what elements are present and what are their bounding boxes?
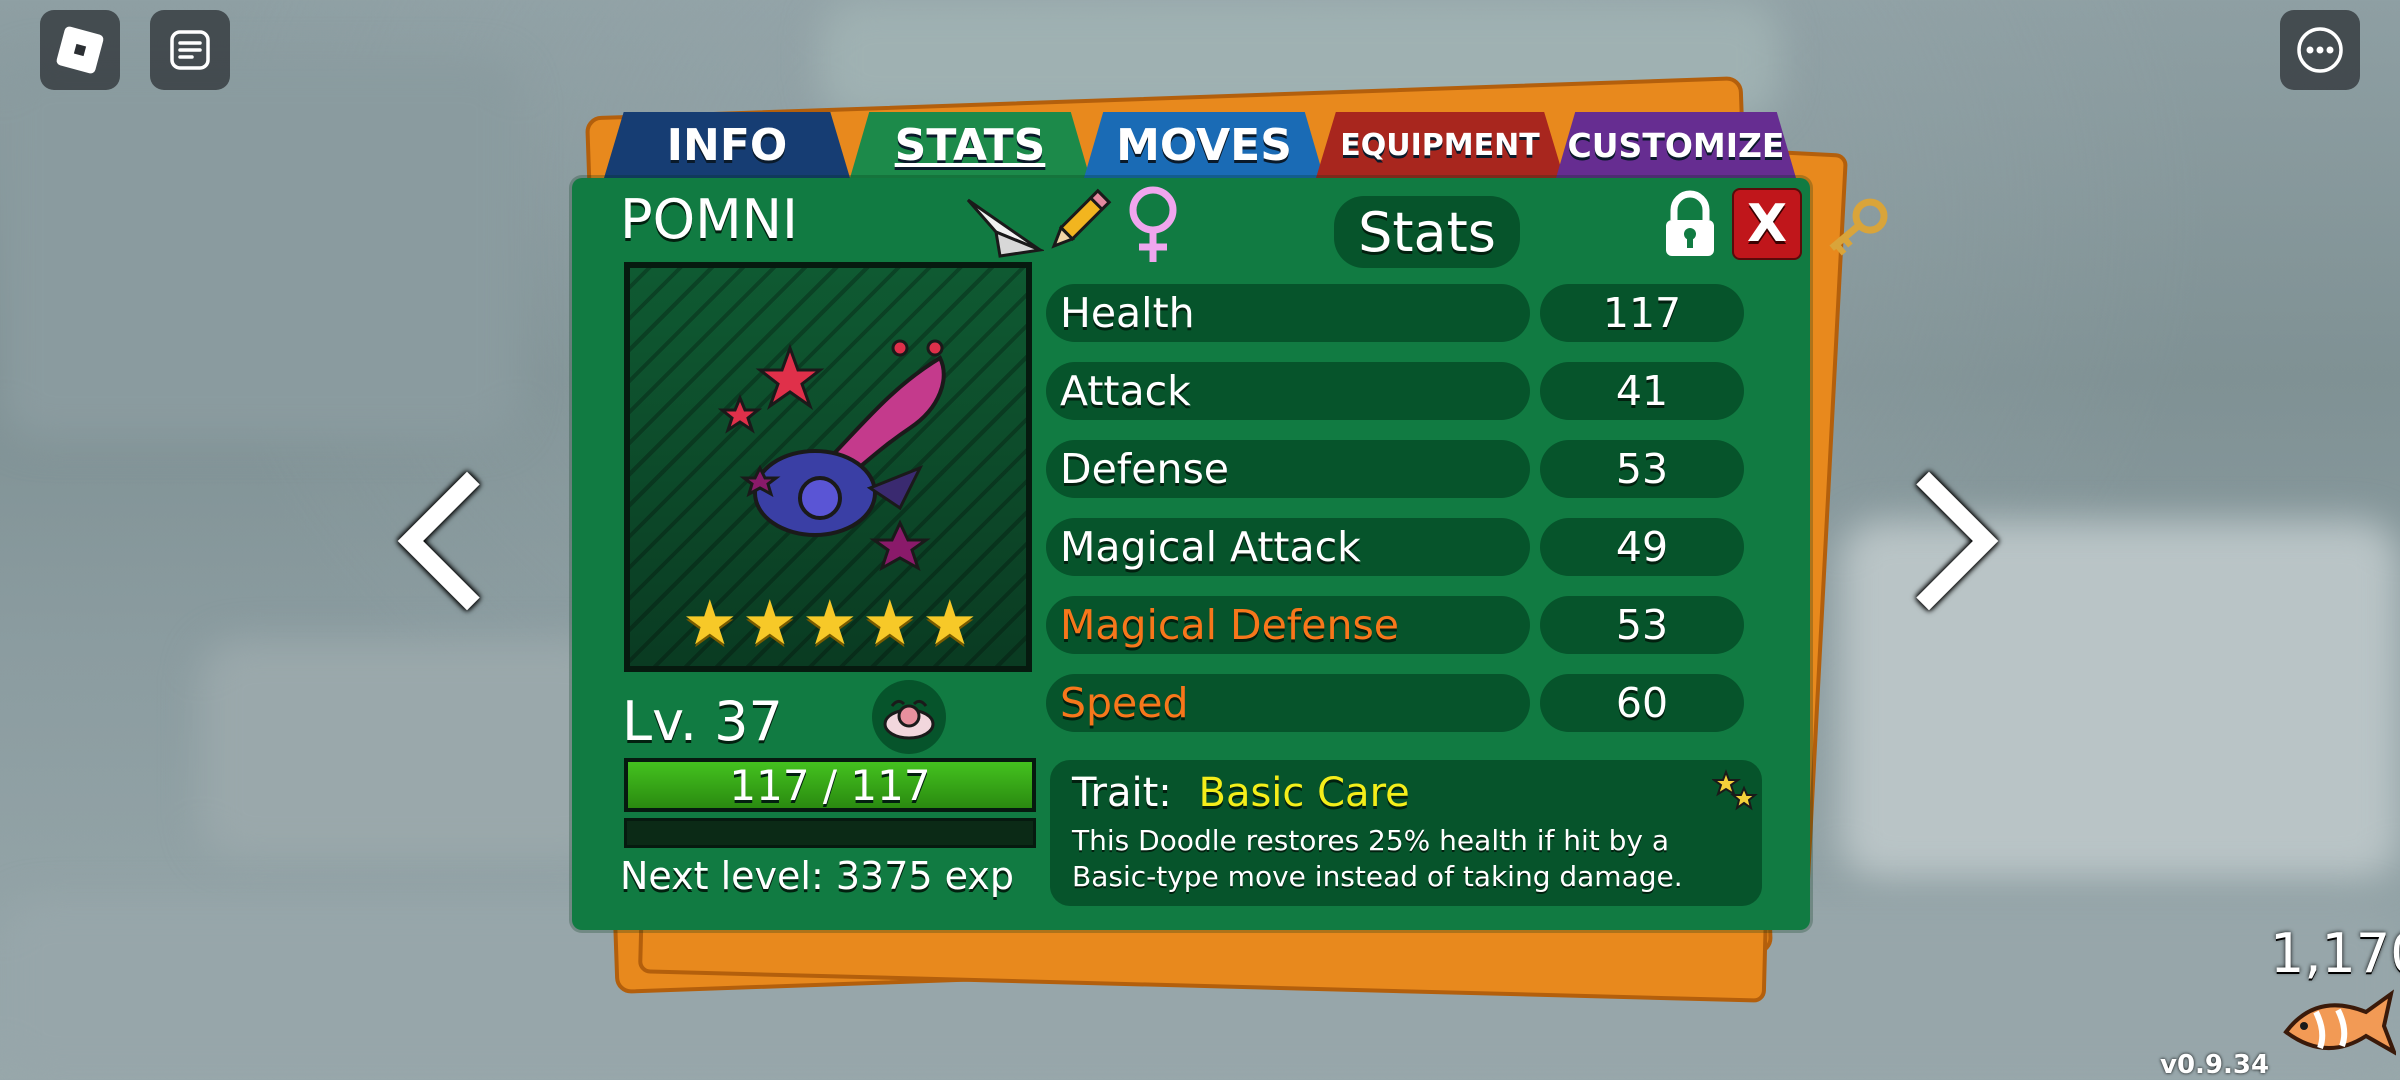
roblox-logo-icon bbox=[56, 26, 104, 74]
rarity-star-icon: ★ bbox=[742, 586, 798, 659]
tab-info[interactable]: INFO bbox=[604, 112, 850, 178]
section-title-label: Stats bbox=[1358, 200, 1496, 264]
stat-label-attack: Attack bbox=[1046, 362, 1530, 420]
stat-value-attack: 41 bbox=[1540, 362, 1744, 420]
rarity-star-icon: ★ bbox=[682, 586, 738, 659]
basic-type-icon bbox=[883, 699, 935, 740]
tab-info-label: INFO bbox=[666, 119, 788, 171]
hp-bar: 117 / 117 bbox=[624, 758, 1036, 812]
fish-currency-icon bbox=[2283, 989, 2396, 1056]
chat-button[interactable] bbox=[150, 10, 230, 90]
next-level-text: Next level: 3375 exp bbox=[620, 854, 1014, 898]
stat-label-speed: Speed bbox=[1046, 674, 1530, 732]
exp-bar bbox=[624, 818, 1036, 848]
doodle-portrait: ★ ★ ★ ★ ★ bbox=[624, 262, 1032, 672]
paper-plane-icon[interactable] bbox=[964, 190, 1044, 260]
trait-name: Basic Care bbox=[1198, 770, 1410, 816]
rarity-stars: ★ ★ ★ ★ ★ bbox=[682, 586, 982, 659]
tab-customize-label: CUSTOMIZE bbox=[1567, 125, 1785, 165]
doodle-type-badge[interactable] bbox=[872, 680, 946, 754]
stat-label-defense: Defense bbox=[1046, 440, 1530, 498]
tab-stats[interactable]: STATS bbox=[850, 112, 1090, 178]
tab-moves[interactable]: MOVES bbox=[1084, 112, 1324, 178]
trait-description-line2: Basic-type move instead of taking damage… bbox=[1072, 860, 1683, 893]
version-label: v0.9.34 bbox=[2160, 1050, 2270, 1080]
tab-customize[interactable]: CUSTOMIZE bbox=[1556, 112, 1796, 178]
stat-value-magical-defense: 53 bbox=[1540, 596, 1744, 654]
level-label: Lv. 37 bbox=[622, 690, 783, 753]
roblox-menu-button[interactable] bbox=[40, 10, 120, 90]
tab-moves-label: MOVES bbox=[1116, 119, 1292, 171]
pencil-icon[interactable] bbox=[1040, 184, 1116, 260]
background-shape bbox=[200, 640, 620, 860]
stat-label-health: Health bbox=[1046, 284, 1530, 342]
rarity-star-icon: ★ bbox=[922, 586, 978, 659]
key-icon[interactable] bbox=[1816, 186, 1898, 268]
more-options-button[interactable] bbox=[2280, 10, 2360, 90]
rarity-star-icon: ★ bbox=[802, 586, 858, 659]
hp-text: 117 / 117 bbox=[729, 760, 931, 810]
section-title: Stats bbox=[1334, 196, 1520, 268]
stat-label-magical-defense: Magical Defense bbox=[1046, 596, 1530, 654]
female-symbol-icon bbox=[1129, 186, 1177, 262]
close-label: X bbox=[1746, 194, 1788, 254]
sparkle-stars-icon bbox=[1712, 769, 1758, 811]
tab-equipment[interactable]: EQUIPMENT bbox=[1316, 112, 1564, 178]
background-shape bbox=[0, 60, 520, 440]
stat-value-speed: 60 bbox=[1540, 674, 1744, 732]
doodle-sprite bbox=[717, 339, 946, 572]
stat-value-defense: 53 bbox=[1540, 440, 1744, 498]
lock-icon[interactable] bbox=[1660, 188, 1720, 260]
trait-description-line1: This Doodle restores 25% health if hit b… bbox=[1072, 824, 1670, 857]
stat-value-health: 117 bbox=[1540, 284, 1744, 342]
rarity-star-icon: ★ bbox=[862, 586, 918, 659]
stats-panel: POMNI Stats X ★ ★ ★ ★ ★ Lv. 37 117 / 117… bbox=[572, 178, 1888, 930]
tab-equipment-label: EQUIPMENT bbox=[1340, 127, 1540, 163]
previous-doodle-arrow[interactable] bbox=[397, 471, 537, 611]
stat-label-magical-attack: Magical Attack bbox=[1046, 518, 1530, 576]
close-button[interactable]: X bbox=[1732, 188, 1802, 260]
tab-stats-label: STATS bbox=[894, 119, 1046, 171]
stat-value-magical-attack: 49 bbox=[1540, 518, 1744, 576]
doodle-name: POMNI bbox=[620, 188, 798, 251]
currency-amount: 1,170 bbox=[2270, 922, 2400, 985]
trait-prefix: Trait: bbox=[1072, 770, 1172, 816]
trait-box: Trait: Basic Care This Doodle restores 2… bbox=[1050, 760, 1762, 906]
chat-icon bbox=[170, 30, 210, 70]
more-options-icon bbox=[2297, 27, 2343, 73]
trait-heading: Trait: Basic Care bbox=[1072, 770, 1410, 816]
